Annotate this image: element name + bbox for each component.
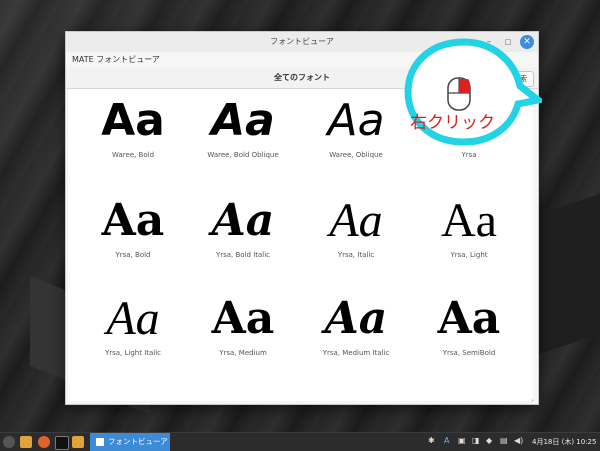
terminal-icon[interactable] [55,436,69,450]
font-name: Waree, Bold Oblique [207,151,279,159]
font-sample: Aa [441,194,497,247]
right-click-label: 右クリック [410,113,495,133]
font-sample: Aa [211,293,275,344]
font-item[interactable]: Aa Waree, Bold [78,91,188,159]
taskbar-font-viewer[interactable]: フォントビューア [90,433,170,451]
folder-icon[interactable] [72,436,84,448]
taskbar: フォントビューア ✱ A ▣ ◨ ◆ ▤ ◀) 4月18日 (木) 10:25 [0,432,600,451]
mouse-icon [447,77,471,111]
font-name: Yrsa, Light Italic [104,349,162,357]
font-item[interactable]: Aa Yrsa, Light Italic [78,289,188,357]
right-click-callout: 右クリック [404,38,542,146]
font-name: Waree, Bold [111,151,155,159]
browser-icon[interactable] [38,436,50,448]
shield-icon[interactable]: ◆ [486,436,492,445]
font-name: Yrsa, Medium Italic [322,349,390,357]
font-sample: Aa [211,95,275,146]
font-viewer-icon [96,438,104,446]
clock[interactable]: 4月18日 (木) 10:25 [532,437,596,447]
font-sample: Aa [437,293,501,344]
app-title[interactable]: MATE フォントビューア [72,54,160,65]
task-label: フォントビューア [108,437,168,446]
menu-icon[interactable] [3,436,15,448]
font-item[interactable]: Aa Yrsa, Light [414,191,524,259]
font-sample: Aa [101,95,165,146]
font-item[interactable]: Aa Yrsa, Bold [78,191,188,259]
network-icon[interactable]: ▤ [500,436,508,445]
font-name: Waree, Oblique [329,151,383,159]
font-item[interactable]: Aa Waree, Oblique [301,91,411,159]
font-name: Yrsa, Medium [219,349,267,357]
font-item[interactable]: Aa Yrsa, Medium Italic [301,289,411,357]
font-name: Yrsa, Italic [337,251,375,259]
input-method-icon[interactable]: A [444,436,449,445]
font-name: Yrsa, Bold [115,251,151,259]
font-name: Yrsa, SemiBold [442,349,496,357]
clipboard-icon[interactable]: ▣ [458,436,466,445]
font-name: Yrsa [461,151,477,159]
font-sample: Aa [327,95,385,146]
font-name: Yrsa, Light [450,251,488,259]
font-item[interactable]: Aa Yrsa, Italic [301,191,411,259]
font-sample: Aa [101,195,165,246]
font-item[interactable]: Aa Yrsa, SemiBold [414,289,524,357]
folder-icon[interactable] [20,436,32,448]
font-sample: Aa [106,292,160,345]
font-item[interactable]: Aa Waree, Bold Oblique [188,91,298,159]
bluetooth-icon[interactable]: ✱ [428,436,435,445]
update-icon[interactable]: ◨ [472,436,480,445]
font-sample: Aa [329,194,383,247]
font-item[interactable]: Aa Yrsa, Medium [188,289,298,357]
scrollbar[interactable] [532,399,533,401]
volume-icon[interactable]: ◀) [514,436,523,445]
font-sample: Aa [211,195,275,246]
font-item[interactable]: Aa Yrsa, Bold Italic [188,191,298,259]
font-name: Yrsa, Bold Italic [215,251,271,259]
font-sample: Aa [324,293,388,344]
